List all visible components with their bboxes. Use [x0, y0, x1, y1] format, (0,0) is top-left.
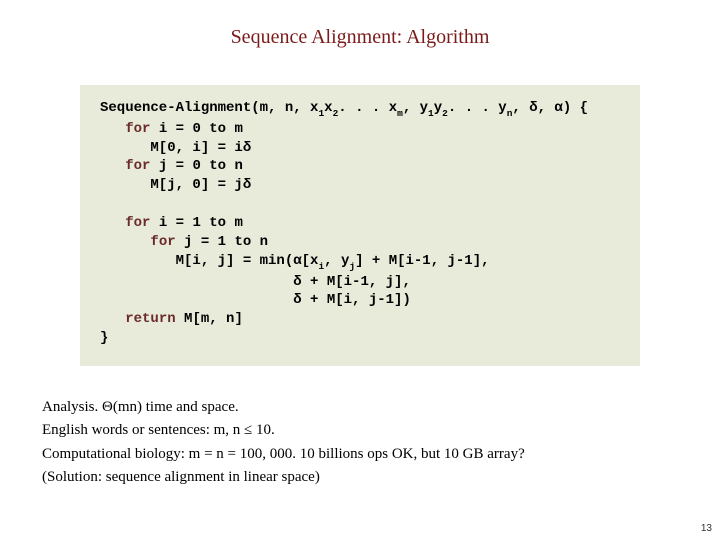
code-line: M[j, 0] = jδ: [100, 177, 251, 193]
code-brace: }: [100, 330, 108, 346]
code-line: i = 1 to m: [150, 215, 242, 231]
sig-part: . . . x: [338, 100, 397, 116]
keyword-for: for: [150, 234, 175, 250]
analysis-line-1: Analysis. Θ(mn) time and space.: [42, 396, 680, 419]
keyword-for: for: [125, 121, 150, 137]
analysis-line-2: English words or sentences: m, n ≤ 10.: [42, 419, 680, 442]
sig-part: . . . y: [448, 100, 507, 116]
slide: Sequence Alignment: Algorithm Sequence-A…: [0, 0, 720, 540]
keyword-for: for: [125, 215, 150, 231]
code-line: δ + M[i, j-1]): [100, 292, 411, 308]
code-line: j = 1 to n: [176, 234, 268, 250]
sub-1: 1: [318, 108, 324, 119]
page-number: 13: [701, 523, 712, 534]
sub-m: m: [397, 108, 403, 119]
keyword-return: return: [125, 311, 175, 327]
code-line: , y: [324, 253, 349, 269]
analysis-line-4: (Solution: sequence alignment in linear …: [42, 466, 680, 489]
sig-part: , δ, α) {: [512, 100, 588, 116]
code-line: j = 0 to n: [150, 158, 242, 174]
sub-y2: 2: [442, 108, 448, 119]
keyword-for: for: [125, 158, 150, 174]
code-line: M[i, j] = min(α[x: [100, 253, 318, 269]
code-line: ] + M[i-1, j-1],: [355, 253, 489, 269]
slide-title: Sequence Alignment: Algorithm: [40, 26, 680, 49]
sig-part: , y: [403, 100, 428, 116]
analysis-line-3: Computational biology: m = n = 100, 000.…: [42, 443, 680, 466]
analysis-block: Analysis. Θ(mn) time and space. English …: [40, 396, 680, 489]
code-line: M[0, i] = iδ: [100, 140, 251, 156]
sig-part: y: [434, 100, 442, 116]
code-line: M[m, n]: [176, 311, 243, 327]
sig-part: (m, n, x: [251, 100, 318, 116]
fn-name: Sequence-Alignment: [100, 100, 251, 116]
sub-y1: 1: [428, 108, 434, 119]
sub-i: i: [318, 261, 324, 272]
sub-n: n: [507, 108, 513, 119]
sub-j: j: [349, 261, 355, 272]
sub-2: 2: [333, 108, 339, 119]
code-line: δ + M[i-1, j],: [100, 274, 411, 290]
pseudocode-box: Sequence-Alignment(m, n, x1x2. . . xm, y…: [80, 85, 640, 366]
sig-part: x: [324, 100, 332, 116]
code-line: i = 0 to m: [150, 121, 242, 137]
